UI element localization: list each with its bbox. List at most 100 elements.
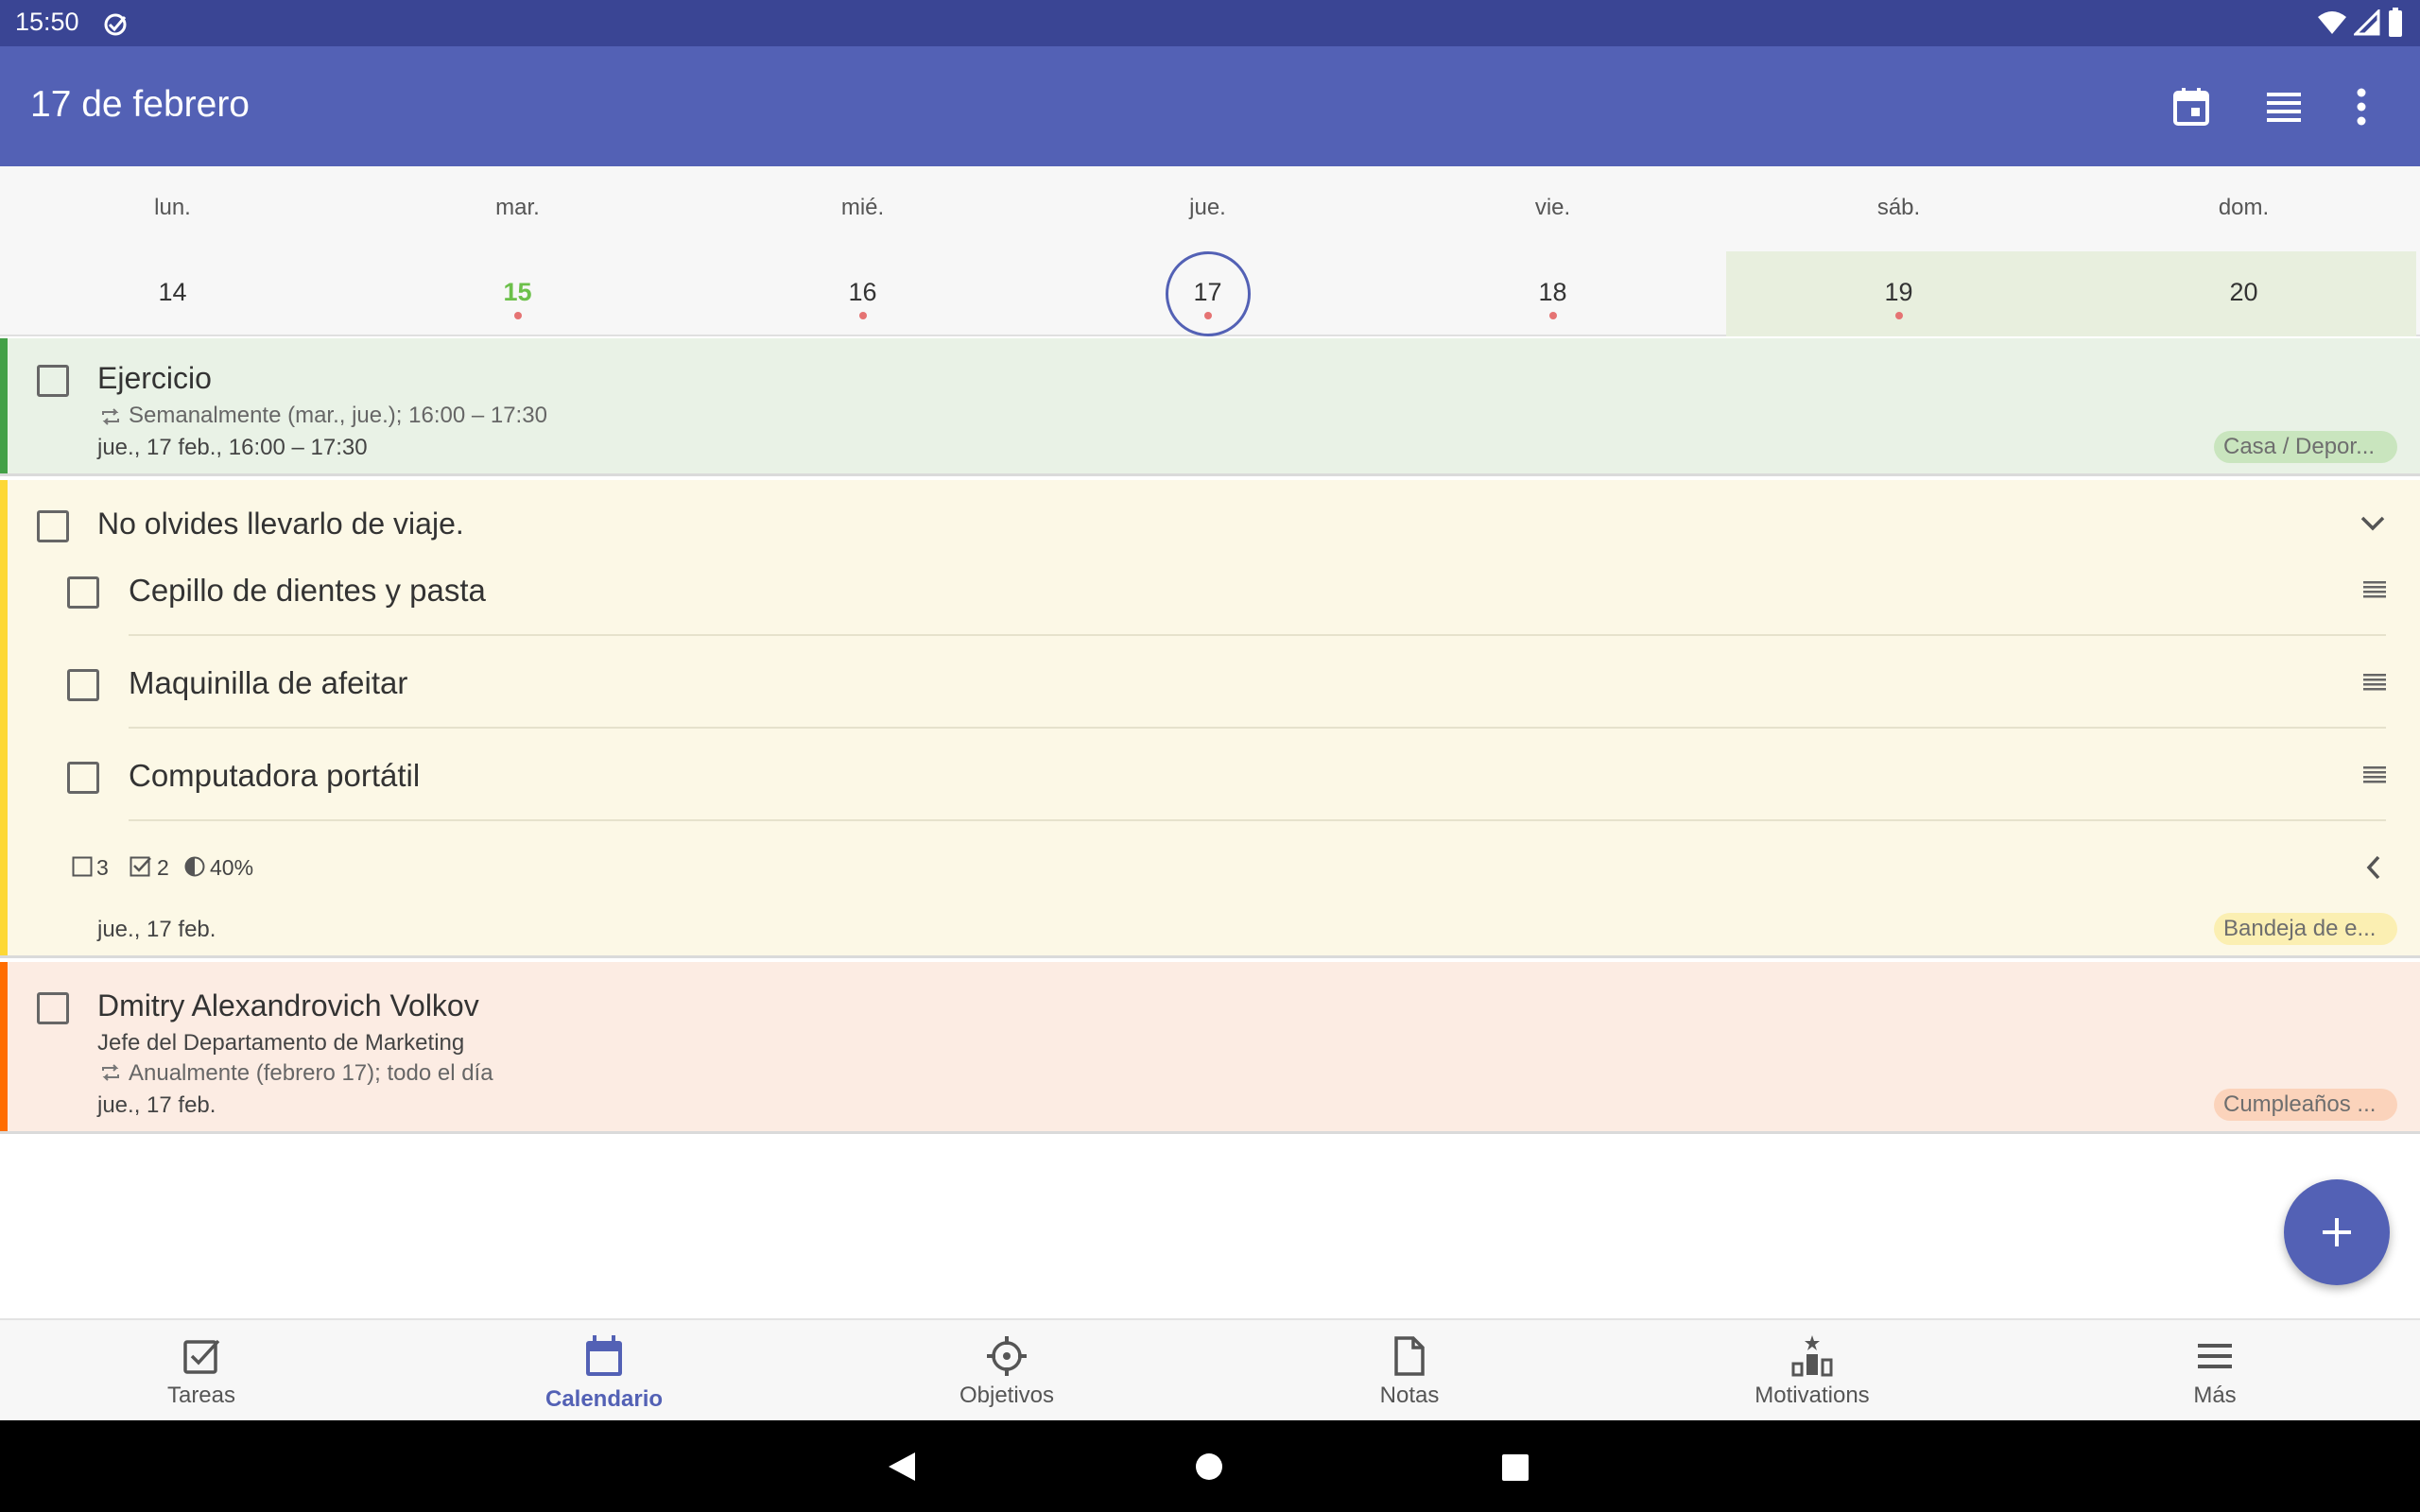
event-dot — [1203, 312, 1212, 319]
subtask-label: Cepillo de dientes y pasta — [129, 573, 486, 608]
nav-calendario[interactable]: Calendario — [403, 1320, 805, 1422]
task-repeat: Anualmente (febrero 17); todo el día — [129, 1060, 493, 1086]
target-icon — [987, 1336, 1027, 1376]
more-options-button[interactable] — [2333, 78, 2390, 135]
drag-handle-icon[interactable] — [2362, 673, 2387, 692]
list-view-button[interactable] — [2256, 78, 2312, 135]
nav-notas[interactable]: Notas — [1208, 1320, 1611, 1422]
open-items-count: 3 — [96, 855, 109, 880]
menu-icon — [2198, 1344, 2232, 1368]
task-card-birthday[interactable]: Dmitry Alexandrovich Volkov Jefe del Dep… — [0, 962, 2420, 1134]
done-items-count: 2 — [157, 855, 169, 880]
category-stripe — [0, 962, 8, 1131]
collapse-chevron-icon[interactable] — [2360, 514, 2386, 533]
status-time: 15:50 — [15, 8, 79, 36]
task-date: jue., 17 feb. — [97, 1092, 216, 1118]
day-name: mié. — [840, 195, 885, 220]
category-stripe — [0, 338, 8, 473]
subtask-label: Computadora portátil — [129, 758, 421, 793]
subtask-divider — [129, 727, 2386, 729]
podium-icon — [1791, 1335, 1833, 1377]
day-name: vie. — [1534, 195, 1571, 220]
task-tag: Casa / Depor... — [2214, 431, 2397, 463]
home-icon[interactable] — [1195, 1452, 1223, 1481]
task-title: Dmitry Alexandrovich Volkov — [97, 988, 479, 1022]
app-title: 17 de febrero — [30, 84, 251, 125]
app-bar: 17 de febrero — [0, 46, 2420, 166]
repeat-icon — [102, 408, 119, 425]
open-items-icon — [72, 856, 93, 877]
subtask-label: Maquinilla de afeitar — [129, 665, 408, 700]
back-icon[interactable] — [887, 1451, 917, 1483]
subtask-checkbox[interactable] — [67, 669, 99, 701]
nav-label: Tareas — [166, 1383, 236, 1408]
wifi-icon — [2318, 11, 2346, 34]
day-number-selected: 17 — [1193, 278, 1222, 306]
day-thursday[interactable]: jue. 17 — [1035, 166, 1380, 336]
task-subtitle: Jefe del Departamento de Marketing — [97, 1030, 465, 1056]
day-tuesday[interactable]: mar. 15 — [345, 166, 690, 336]
day-number: 14 — [158, 278, 187, 306]
subtask-divider — [129, 634, 2386, 636]
nav-label: Motivations — [1754, 1383, 1870, 1408]
drag-handle-icon[interactable] — [2362, 765, 2387, 784]
task-card-trip[interactable]: No olvides llevarlo de viaje. Cepillo de… — [0, 480, 2420, 958]
task-card-exercise[interactable]: Ejercicio Semanalmente (mar., jue.); 16:… — [0, 338, 2420, 476]
nav-label-active: Calendario — [544, 1386, 664, 1412]
subtask-checkbox[interactable] — [67, 576, 99, 609]
day-name: jue. — [1189, 195, 1226, 220]
task-checkbox[interactable] — [37, 992, 69, 1024]
expand-chevron-left-icon[interactable] — [2365, 854, 2382, 881]
day-monday[interactable]: lun. 14 — [0, 166, 345, 336]
day-sunday[interactable]: dom. 20 — [2071, 166, 2416, 336]
day-number: 16 — [848, 278, 877, 306]
plus-icon — [2323, 1218, 2351, 1246]
day-number: 18 — [1538, 278, 1567, 306]
repeat-icon — [102, 1064, 119, 1081]
task-tag: Cumpleaños ... — [2214, 1089, 2397, 1121]
more-vert-icon — [2357, 88, 2366, 126]
event-dot — [1894, 312, 1903, 319]
list-view-icon — [2267, 93, 2301, 122]
nav-mas[interactable]: Más — [2014, 1320, 2416, 1422]
nav-objetivos[interactable]: Objetivos — [805, 1320, 1208, 1422]
drag-handle-icon[interactable] — [2362, 580, 2387, 599]
bottom-navigation: Tareas Calendario Objetivos Notas Motiva… — [0, 1318, 2420, 1420]
day-name: dom. — [2218, 195, 2270, 220]
progress-pie-icon — [184, 856, 205, 877]
task-checkbox[interactable] — [37, 365, 69, 397]
done-items-icon — [130, 856, 151, 877]
day-name: sáb. — [1876, 195, 1921, 220]
task-date: jue., 17 feb., 16:00 – 17:30 — [97, 435, 368, 460]
battery-icon — [2389, 8, 2402, 37]
category-stripe — [0, 480, 8, 955]
recents-icon[interactable] — [1501, 1453, 1530, 1482]
day-name: mar. — [495, 195, 540, 220]
task-title: Ejercicio — [97, 361, 212, 395]
event-dot — [513, 312, 522, 319]
task-repeat: Semanalmente (mar., jue.); 16:00 – 17:30 — [129, 403, 547, 428]
add-task-button[interactable] — [2284, 1179, 2390, 1285]
day-friday[interactable]: vie. 18 — [1380, 166, 1725, 336]
nav-label: Notas — [1379, 1383, 1440, 1408]
calendar-icon — [586, 1335, 622, 1376]
week-strip: lun. 14 mar. 15 mié. 16 jue. 17 vie. 18 … — [0, 166, 2420, 336]
cell-signal-icon — [2354, 9, 2380, 36]
day-saturday[interactable]: sáb. 19 — [1726, 166, 2071, 336]
subtask-checkbox[interactable] — [67, 762, 99, 794]
status-bar: 15:50 — [0, 0, 2420, 46]
system-navigation-bar — [0, 1420, 2420, 1512]
nav-tareas[interactable]: Tareas — [0, 1320, 403, 1422]
nav-label: Objetivos — [959, 1383, 1055, 1408]
nav-label: Más — [2193, 1383, 2237, 1408]
day-wednesday[interactable]: mié. 16 — [690, 166, 1035, 336]
calendar-view-button[interactable] — [2163, 78, 2220, 135]
subtask-divider — [129, 819, 2386, 821]
progress-percent: 40% — [210, 855, 254, 880]
task-checkbox[interactable] — [37, 510, 69, 542]
nav-motivations[interactable]: Motivations — [1611, 1320, 2014, 1422]
event-dot — [858, 312, 867, 319]
do-not-disturb-check-icon — [104, 13, 127, 36]
note-icon — [1394, 1336, 1425, 1376]
day-number: 19 — [1884, 278, 1913, 306]
